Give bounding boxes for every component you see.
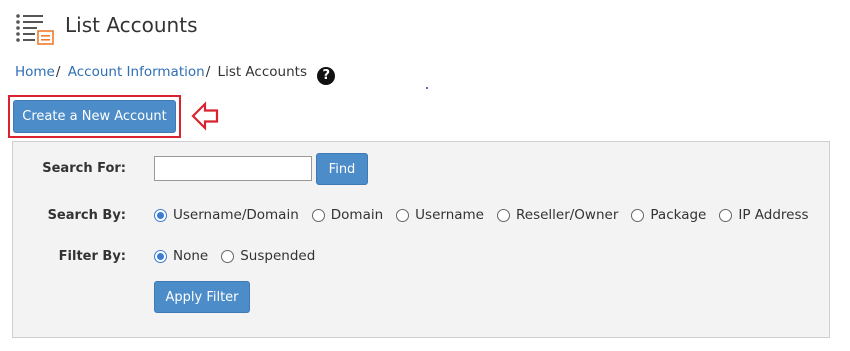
breadcrumb-home-link[interactable]: Home (15, 64, 55, 80)
filter-by-label: Filter By: (58, 249, 126, 264)
radio-button[interactable] (631, 208, 645, 222)
search-by-option[interactable]: Username/Domain (154, 207, 299, 223)
left-arrow-icon (190, 101, 220, 131)
breadcrumb-account-information-link[interactable]: Account Information (68, 64, 205, 80)
list-accounts-icon (15, 12, 55, 46)
breadcrumb-separator: / (205, 64, 211, 80)
radio-button[interactable] (154, 208, 167, 222)
search-by-label: Search By: (47, 208, 126, 223)
radio-button[interactable] (719, 208, 733, 222)
radio-button[interactable] (154, 249, 167, 263)
search-by-option[interactable]: Package (631, 207, 706, 223)
search-by-option[interactable]: Domain (311, 207, 383, 223)
radio-button[interactable] (311, 208, 325, 222)
search-by-options: Username/Domain Domain Username Reseller… (154, 207, 822, 223)
find-button[interactable]: Find (316, 153, 368, 185)
search-by-option[interactable]: Username (396, 207, 484, 223)
filter-by-option[interactable]: Suspended (221, 248, 315, 264)
create-new-account-button[interactable]: Create a New Account (13, 100, 176, 133)
radio-button[interactable] (221, 249, 235, 263)
search-input[interactable] (154, 156, 312, 181)
search-panel (12, 141, 830, 338)
breadcrumb-separator: / (55, 64, 61, 80)
filter-by-option[interactable]: None (154, 248, 208, 264)
radio-button[interactable] (396, 208, 410, 222)
search-by-option[interactable]: Reseller/Owner (496, 207, 618, 223)
apply-filter-button[interactable]: Apply Filter (154, 281, 250, 313)
filter-by-options: None Suspended (154, 248, 328, 264)
breadcrumb: Home/ Account Information/ List Accounts… (15, 63, 336, 85)
page-title: List Accounts (65, 13, 198, 37)
stray-dot (426, 87, 428, 89)
radio-button[interactable] (496, 208, 510, 222)
search-by-option[interactable]: IP Address (719, 207, 809, 223)
question-circle-icon[interactable]: ? (317, 67, 336, 85)
breadcrumb-current: List Accounts (217, 64, 307, 80)
search-for-label: Search For: (42, 161, 126, 176)
